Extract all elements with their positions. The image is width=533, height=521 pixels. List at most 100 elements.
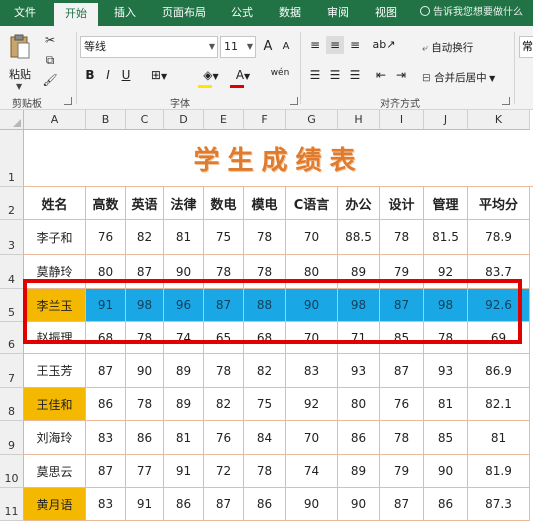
score-cell[interactable]: 78 [244, 220, 286, 255]
font-color-button[interactable]: A▼ [228, 66, 258, 84]
column-header-k[interactable]: K [468, 110, 530, 130]
chevron-down-icon[interactable]: ▼ [16, 82, 22, 91]
score-cell[interactable]: 87 [380, 488, 424, 521]
align-center-icon[interactable]: ☰ [326, 66, 344, 84]
row-header-11[interactable]: 11 [0, 488, 24, 521]
score-cell[interactable]: 78 [126, 388, 164, 421]
align-bottom-icon[interactable]: ≡ [346, 36, 364, 54]
score-cell[interactable]: 81.5 [424, 220, 468, 255]
score-cell[interactable]: 83 [86, 488, 126, 521]
copy-icon[interactable]: ⧉ [42, 52, 58, 68]
table-header-cell[interactable]: C语言 [286, 187, 338, 220]
alignment-launcher-icon[interactable] [502, 97, 510, 105]
student-name-cell[interactable]: 刘海玲 [24, 421, 86, 455]
score-cell[interactable]: 85 [424, 421, 468, 455]
table-header-cell[interactable]: 数电 [204, 187, 244, 220]
average-score-cell[interactable]: 81 [468, 421, 530, 455]
row-header-7[interactable]: 7 [0, 354, 24, 388]
row-header-6[interactable]: 6 [0, 322, 24, 354]
score-cell[interactable]: 74 [286, 455, 338, 488]
score-cell[interactable]: 75 [244, 388, 286, 421]
tab-review[interactable]: 审阅 [318, 0, 358, 26]
tab-page-layout[interactable]: 页面布局 [152, 0, 216, 26]
score-cell[interactable]: 86 [86, 388, 126, 421]
increase-indent-icon[interactable]: ⇥ [392, 66, 410, 84]
sheet-title[interactable]: 学生成绩表 [24, 130, 533, 187]
row-header-10[interactable]: 10 [0, 455, 24, 488]
average-score-cell[interactable]: 87.3 [468, 488, 530, 521]
column-header-a[interactable]: A [24, 110, 86, 130]
paste-icon[interactable] [10, 34, 30, 60]
wrap-text-button[interactable]: ⤶ 自动换行 [422, 40, 473, 55]
align-middle-icon[interactable]: ≡ [326, 36, 344, 54]
underline-button[interactable]: U [118, 66, 134, 84]
score-cell[interactable]: 83 [286, 354, 338, 388]
tab-insert[interactable]: 插入 [104, 0, 146, 26]
score-cell[interactable]: 91 [164, 455, 204, 488]
font-size-select[interactable]: 11 ▼ [220, 36, 256, 58]
align-left-icon[interactable]: ☰ [306, 66, 324, 84]
score-cell[interactable]: 90 [126, 354, 164, 388]
score-cell[interactable]: 91 [126, 488, 164, 521]
student-name-cell[interactable]: 李子和 [24, 220, 86, 255]
align-right-icon[interactable]: ☰ [346, 66, 364, 84]
score-cell[interactable]: 70 [286, 421, 338, 455]
table-header-cell[interactable]: 高数 [86, 187, 126, 220]
font-launcher-icon[interactable] [290, 97, 298, 105]
score-cell[interactable]: 89 [164, 354, 204, 388]
tab-data[interactable]: 数据 [270, 0, 310, 26]
score-cell[interactable]: 78 [204, 354, 244, 388]
decrease-indent-icon[interactable]: ⇤ [372, 66, 390, 84]
column-header-g[interactable]: G [286, 110, 338, 130]
tab-file[interactable]: 文件 [4, 0, 46, 26]
score-cell[interactable]: 82 [126, 220, 164, 255]
paste-button[interactable]: 粘贴 [9, 66, 31, 82]
score-cell[interactable]: 75 [204, 220, 244, 255]
score-cell[interactable]: 78 [380, 220, 424, 255]
score-cell[interactable]: 92 [286, 388, 338, 421]
average-score-cell[interactable]: 82.1 [468, 388, 530, 421]
score-cell[interactable]: 86 [338, 421, 380, 455]
row-header-3[interactable]: 3 [0, 220, 24, 255]
align-top-icon[interactable]: ≡ [306, 36, 324, 54]
score-cell[interactable]: 93 [338, 354, 380, 388]
student-name-cell[interactable]: 王佳和 [24, 388, 86, 421]
score-cell[interactable]: 82 [204, 388, 244, 421]
score-cell[interactable]: 87 [380, 354, 424, 388]
table-header-cell[interactable]: 姓名 [24, 187, 86, 220]
cut-icon[interactable]: ✂ [42, 32, 58, 48]
score-cell[interactable]: 86 [126, 421, 164, 455]
table-header-cell[interactable]: 办公 [338, 187, 380, 220]
score-cell[interactable]: 90 [424, 455, 468, 488]
score-cell[interactable]: 78 [380, 421, 424, 455]
column-header-c[interactable]: C [126, 110, 164, 130]
column-header-d[interactable]: D [164, 110, 204, 130]
column-header-e[interactable]: E [204, 110, 244, 130]
merge-center-button[interactable]: ⊟ 合并后居中 ▼ [422, 70, 495, 85]
score-cell[interactable]: 81 [424, 388, 468, 421]
shrink-font-button[interactable]: A [278, 38, 294, 56]
score-cell[interactable]: 79 [380, 455, 424, 488]
score-cell[interactable]: 88.5 [338, 220, 380, 255]
select-all-corner[interactable] [0, 110, 24, 130]
column-header-f[interactable]: F [244, 110, 286, 130]
tab-view[interactable]: 视图 [366, 0, 406, 26]
row-header-4[interactable]: 4 [0, 255, 24, 289]
score-cell[interactable]: 90 [286, 488, 338, 521]
row-header-8[interactable]: 8 [0, 388, 24, 421]
score-cell[interactable]: 86 [244, 488, 286, 521]
score-cell[interactable]: 77 [126, 455, 164, 488]
column-header-j[interactable]: J [424, 110, 468, 130]
average-score-cell[interactable]: 81.9 [468, 455, 530, 488]
clipboard-launcher-icon[interactable] [64, 97, 72, 105]
score-cell[interactable]: 83 [86, 421, 126, 455]
row-header-9[interactable]: 9 [0, 421, 24, 455]
score-cell[interactable]: 89 [164, 388, 204, 421]
grow-font-button[interactable]: A [260, 38, 276, 56]
tab-home[interactable]: 开始 [54, 3, 98, 26]
score-cell[interactable]: 81 [164, 421, 204, 455]
average-score-cell[interactable]: 78.9 [468, 220, 530, 255]
borders-button[interactable]: ⊞▼ [144, 66, 174, 84]
score-cell[interactable]: 86 [164, 488, 204, 521]
bold-button[interactable]: B [82, 66, 98, 84]
